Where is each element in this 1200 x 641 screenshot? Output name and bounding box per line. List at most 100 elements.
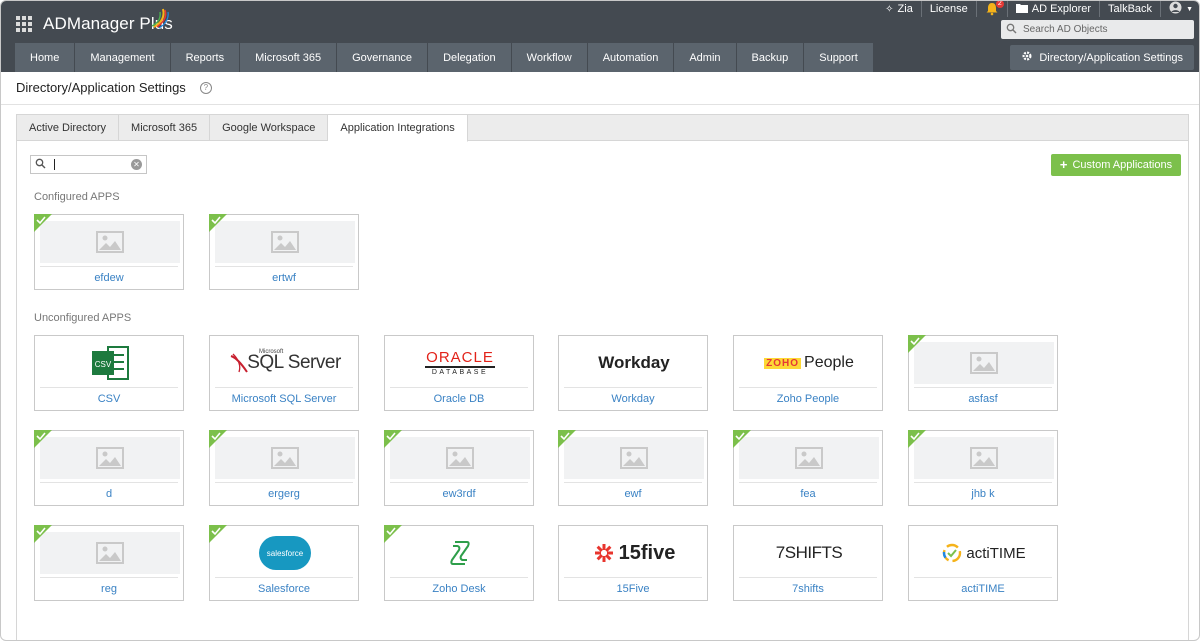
app-card[interactable]: ew3rdf xyxy=(384,430,534,506)
nav-microsoft-365[interactable]: Microsoft 365 xyxy=(240,43,338,72)
unconfigured-apps-label: Unconfigured APPS xyxy=(34,312,132,324)
custom-applications-button[interactable]: + Custom Applications xyxy=(1051,154,1181,176)
app-name: Oracle DB xyxy=(433,393,485,405)
directory-settings-label: Directory/Application Settings xyxy=(1039,51,1183,64)
settings-tabs: Active Directory Microsoft 365 Google Wo… xyxy=(17,115,1188,142)
app-grid-icon[interactable] xyxy=(16,16,32,32)
app-card[interactable]: 7SHIFTS 7shifts xyxy=(733,525,883,601)
chevron-down-icon: ▼ xyxy=(1186,5,1193,13)
app-card[interactable]: jhb k xyxy=(908,430,1058,506)
page-header: Directory/Application Settings ? xyxy=(16,80,212,95)
card-divider xyxy=(564,387,702,388)
tab-application-integrations[interactable]: Application Integrations xyxy=(328,115,468,142)
card-divider xyxy=(40,482,178,483)
nav-backup[interactable]: Backup xyxy=(736,43,805,72)
directory-settings-button[interactable]: Directory/Application Settings xyxy=(1010,45,1194,70)
top-right-menu: ✧ Zia License 2 AD Explorer TalkBack ▼ xyxy=(877,1,1199,17)
nav-delegation[interactable]: Delegation xyxy=(428,43,512,72)
app-name: jhb k xyxy=(971,488,995,500)
nav-automation[interactable]: Automation xyxy=(587,43,675,72)
app-card[interactable]: Workday Workday xyxy=(558,335,708,411)
app-card[interactable]: ergerg xyxy=(209,430,359,506)
talkback-link[interactable]: TalkBack xyxy=(1099,1,1160,17)
main-nav: Home Management Reports Microsoft 365 Go… xyxy=(15,43,874,72)
notification-badge: 2 xyxy=(995,0,1004,8)
app-card[interactable]: reg xyxy=(34,525,184,601)
configured-check-icon xyxy=(384,525,402,543)
user-menu[interactable]: ▼ xyxy=(1160,1,1199,17)
app-name: Zoho Desk xyxy=(432,583,486,595)
app-card[interactable]: Zoho Desk xyxy=(384,525,534,601)
card-divider xyxy=(40,266,178,267)
app-name: d xyxy=(105,488,113,500)
card-divider xyxy=(390,577,528,578)
ad-search-input[interactable]: Search AD Objects xyxy=(1001,20,1194,39)
app-card[interactable]: actiTIME actiTIME xyxy=(908,525,1058,601)
salesforce-logo: salesforce xyxy=(215,532,355,574)
app-card[interactable]: ZOHO People Zoho People xyxy=(733,335,883,411)
card-divider xyxy=(390,482,528,483)
configured-check-icon xyxy=(209,525,227,543)
help-icon[interactable]: ? xyxy=(199,81,212,94)
placeholder-image-icon xyxy=(215,221,355,263)
app-card[interactable]: ORACLE DATABASE Oracle DB xyxy=(384,335,534,411)
gear-icon xyxy=(1021,50,1033,65)
user-avatar-icon xyxy=(1169,1,1182,17)
ad-explorer-label: AD Explorer xyxy=(1031,3,1092,15)
app-card[interactable]: asfasf xyxy=(908,335,1058,411)
placeholder-image-icon xyxy=(914,342,1054,384)
nav-reports[interactable]: Reports xyxy=(170,43,241,72)
license-link[interactable]: License xyxy=(920,1,976,17)
zoho-desk-logo xyxy=(390,532,530,574)
app-name: Zoho People xyxy=(776,393,840,405)
actitime-logo: actiTIME xyxy=(914,532,1054,574)
card-divider xyxy=(739,387,877,388)
app-card[interactable]: Microsoft SQL Server Microsoft SQL Server xyxy=(209,335,359,411)
configured-check-icon xyxy=(558,430,576,448)
card-divider xyxy=(914,387,1052,388)
page-title: Directory/Application Settings xyxy=(16,80,186,95)
nav-admin[interactable]: Admin xyxy=(674,43,737,72)
nav-management[interactable]: Management xyxy=(75,43,171,72)
tab-google-workspace[interactable]: Google Workspace xyxy=(210,115,329,141)
configured-check-icon xyxy=(908,430,926,448)
clear-search-icon[interactable]: ✕ xyxy=(131,159,142,170)
title-divider xyxy=(1,104,1199,105)
placeholder-image-icon xyxy=(739,437,879,479)
text-cursor xyxy=(54,159,55,170)
placeholder-image-icon xyxy=(40,437,180,479)
app-card[interactable]: efdew xyxy=(34,214,184,290)
app-card[interactable]: salesforce Salesforce xyxy=(209,525,359,601)
ad-explorer-link[interactable]: AD Explorer xyxy=(1006,1,1099,17)
tab-microsoft-365[interactable]: Microsoft 365 xyxy=(119,115,211,141)
app-name: reg xyxy=(101,583,117,595)
bell-icon: 2 xyxy=(985,1,1004,16)
notifications-button[interactable]: 2 xyxy=(975,1,1007,17)
nav-home[interactable]: Home xyxy=(15,43,76,72)
zoho-people-logo: ZOHO People xyxy=(764,354,854,371)
app-name: asfasf xyxy=(968,393,998,405)
nav-workflow[interactable]: Workflow xyxy=(511,43,588,72)
tab-active-directory[interactable]: Active Directory xyxy=(17,115,120,141)
plus-icon: + xyxy=(1059,157,1068,172)
placeholder-image-icon xyxy=(40,221,180,263)
card-divider xyxy=(215,577,353,578)
card-divider xyxy=(914,482,1052,483)
card-divider xyxy=(564,577,702,578)
app-card[interactable]: d xyxy=(34,430,184,506)
zia-label: Zia xyxy=(897,3,913,15)
app-card[interactable]: CSV CSV xyxy=(34,335,184,411)
app-search-input[interactable]: ✕ xyxy=(30,155,147,174)
app-card[interactable]: ewf xyxy=(558,430,708,506)
app-card[interactable]: fea xyxy=(733,430,883,506)
nav-support[interactable]: Support xyxy=(804,43,874,72)
nav-governance[interactable]: Governance xyxy=(337,43,429,72)
card-divider xyxy=(390,387,528,388)
top-header: ADManager Plus ✧ Zia License 2 AD Explor… xyxy=(1,1,1199,72)
app-card[interactable]: 15five 15Five xyxy=(558,525,708,601)
app-name: 7shifts xyxy=(792,583,824,595)
configured-check-icon xyxy=(34,214,52,232)
zia-link[interactable]: ✧ Zia xyxy=(877,1,921,17)
sql-server-logo: Microsoft SQL Server xyxy=(215,342,355,384)
app-card[interactable]: ertwf xyxy=(209,214,359,290)
